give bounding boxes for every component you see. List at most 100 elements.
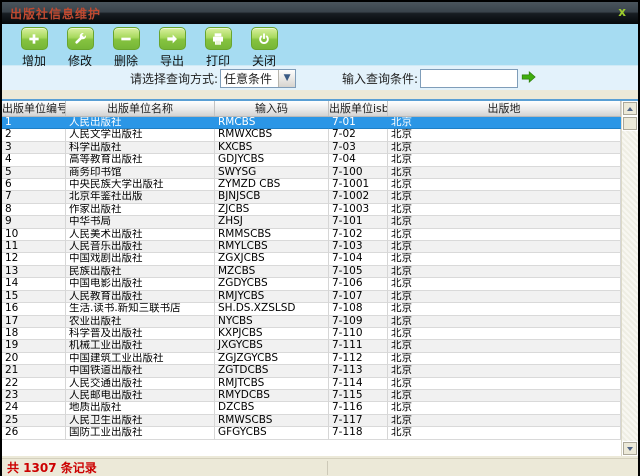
table-cell: 农业出版社	[66, 316, 215, 328]
table-row[interactable]: 9中华书局ZHSJ7-101北京	[2, 216, 621, 228]
table-cell: 人民美术出版社	[66, 229, 215, 241]
delete-button[interactable]: 删除	[103, 27, 149, 69]
export-button[interactable]: 导出	[149, 27, 195, 69]
table-cell: 人民卫生出版社	[66, 415, 215, 427]
table-cell: 14	[2, 278, 66, 290]
table-cell: 商务印书馆	[66, 167, 215, 179]
column-header-place[interactable]: 出版地	[388, 101, 621, 116]
table-cell: 4	[2, 154, 66, 166]
table-cell: DZCBS	[215, 402, 329, 414]
table-row[interactable]: 22人民交通出版社RMJTCBS7-114北京	[2, 378, 621, 390]
table-row[interactable]: 2人民文学出版社RMWXCBS7-02北京	[2, 129, 621, 141]
column-header-code[interactable]: 输入码	[215, 101, 329, 116]
table-cell: ZGDYCBS	[215, 278, 329, 290]
scrollbar-thumb[interactable]	[622, 116, 638, 131]
scrollbar-track[interactable]	[622, 131, 638, 441]
table-row[interactable]: 4高等教育出版社GDJYCBS7-04北京	[2, 154, 621, 166]
table-cell: RMWXCBS	[215, 129, 329, 141]
table-row[interactable]: 15人民教育出版社RMJYCBS7-107北京	[2, 291, 621, 303]
query-method-label: 请选择查询方式:	[130, 70, 218, 87]
table-row[interactable]: 5商务印书馆SWYSG7-100北京	[2, 167, 621, 179]
add-button[interactable]: 增加	[11, 27, 57, 69]
toolbar: 增加 修改 删除 导出 打印	[2, 24, 638, 66]
table-cell: 7-103	[329, 241, 388, 253]
column-header-isbn[interactable]: 出版单位isbn	[329, 101, 388, 116]
table-cell: 7-102	[329, 229, 388, 241]
table-row[interactable]: 26国防工业出版社GFGYCBS7-118北京	[2, 427, 621, 439]
add-button-label: 增加	[22, 52, 46, 69]
table-cell: 1	[2, 117, 66, 129]
table-cell: 中国建筑工业出版社	[66, 353, 215, 365]
column-header-name[interactable]: 出版单位名称	[66, 101, 215, 116]
table-cell: 16	[2, 303, 66, 315]
table-cell: RMYLCBS	[215, 241, 329, 253]
table-row[interactable]: 6中央民族大学出版社ZYMZD CBS7-1001北京	[2, 179, 621, 191]
table-cell: 7-100	[329, 167, 388, 179]
table-row[interactable]: 14中国电影出版社ZGDYCBS7-106北京	[2, 278, 621, 290]
table-cell: 北京	[388, 204, 621, 216]
close-button[interactable]: 关闭	[241, 27, 287, 69]
table-row[interactable]: 3科学出版社KXCBS7-03北京	[2, 142, 621, 154]
table-cell: 国防工业出版社	[66, 427, 215, 439]
table-cell: 7-101	[329, 216, 388, 228]
table-cell: 7-109	[329, 316, 388, 328]
table-body: 1人民出版社RMCBS7-01北京2人民文学出版社RMWXCBS7-02北京3科…	[2, 117, 621, 440]
scroll-down-button[interactable]	[622, 441, 638, 456]
table-cell: 北京	[388, 278, 621, 290]
table-cell: 北京	[388, 129, 621, 141]
table-cell: 生活.读书.新知三联书店	[66, 303, 215, 315]
table-row[interactable]: 10人民美术出版社RMMSCBS7-102北京	[2, 229, 621, 241]
table-cell: BJNJSCB	[215, 191, 329, 203]
query-go-button[interactable]	[520, 70, 537, 87]
table-row[interactable]: 24地质出版社DZCBS7-116北京	[2, 402, 621, 414]
table-row[interactable]: 25人民卫生出版社RMWSCBS7-117北京	[2, 415, 621, 427]
table-row[interactable]: 16生活.读书.新知三联书店SH.DS.XZSLSD7-108北京	[2, 303, 621, 315]
table-cell: 7-115	[329, 390, 388, 402]
scroll-up-button[interactable]	[622, 101, 638, 116]
vertical-scrollbar[interactable]	[621, 101, 638, 456]
table-cell: 7-111	[329, 340, 388, 352]
modify-button[interactable]: 修改	[57, 27, 103, 69]
close-icon[interactable]: x	[618, 5, 626, 19]
table-cell: 人民交通出版社	[66, 378, 215, 390]
table-row[interactable]: 7北京年鉴社出版BJNJSCB7-1002北京	[2, 191, 621, 203]
table-cell: 7-02	[329, 129, 388, 141]
table-row[interactable]: 1人民出版社RMCBS7-01北京	[2, 117, 621, 129]
table-row[interactable]: 12中国戏剧出版社ZGXJCBS7-104北京	[2, 253, 621, 265]
table-cell: SH.DS.XZSLSD	[215, 303, 329, 315]
table-cell: 8	[2, 204, 66, 216]
table-row[interactable]: 23人民邮电出版社RMYDCBS7-115北京	[2, 390, 621, 402]
close-button-label: 关闭	[252, 52, 276, 69]
table-row[interactable]: 19机械工业出版社JXGYCBS7-111北京	[2, 340, 621, 352]
table-cell: 9	[2, 216, 66, 228]
table-cell: 北京	[388, 291, 621, 303]
table-cell: 12	[2, 253, 66, 265]
table-row[interactable]: 11人民音乐出版社RMYLCBS7-103北京	[2, 241, 621, 253]
record-count: 共 1307 条记录	[2, 459, 97, 476]
chevron-down-icon[interactable]: ▼	[278, 70, 295, 87]
column-header-id[interactable]: 出版单位编号	[2, 101, 66, 116]
table-header: 出版单位编号 出版单位名称 输入码 出版单位isbn 出版地	[2, 101, 621, 117]
table-cell: 人民出版社	[66, 117, 215, 129]
table-row[interactable]: 20中国建筑工业出版社ZGJZGYCBS7-112北京	[2, 353, 621, 365]
table-cell: ZGXJCBS	[215, 253, 329, 265]
table-cell: 人民邮电出版社	[66, 390, 215, 402]
table-cell: 11	[2, 241, 66, 253]
table-row[interactable]: 21中国铁道出版社ZGTDCBS7-113北京	[2, 365, 621, 377]
query-method-select[interactable]: 任意条件 ▼	[220, 69, 296, 88]
print-button[interactable]: 打印	[195, 27, 241, 69]
window-title: 出版社信息维护	[10, 5, 101, 22]
table-row[interactable]: 13民族出版社MZCBS7-105北京	[2, 266, 621, 278]
table-row[interactable]: 8作家出版社ZJCBS7-1003北京	[2, 204, 621, 216]
table-cell: MZCBS	[215, 266, 329, 278]
table-row[interactable]: 17农业出版社NYCBS7-109北京	[2, 316, 621, 328]
table-row[interactable]: 18科学普及出版社KXPJCBS7-110北京	[2, 328, 621, 340]
table-cell: 5	[2, 167, 66, 179]
table-cell: 北京	[388, 241, 621, 253]
query-condition-input[interactable]	[420, 69, 518, 88]
table-cell: 7-117	[329, 415, 388, 427]
table-cell: ZGJZGYCBS	[215, 353, 329, 365]
table-cell: 中国铁道出版社	[66, 365, 215, 377]
table-cell: 人民教育出版社	[66, 291, 215, 303]
table-cell: 北京	[388, 427, 621, 439]
